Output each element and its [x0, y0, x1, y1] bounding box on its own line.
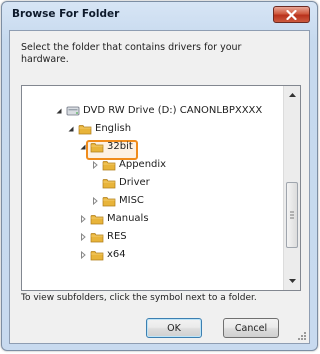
tree-item[interactable]: RES [78, 228, 127, 245]
hint-text: To view subfolders, click the symbol nex… [21, 293, 257, 303]
dvd-drive-icon [66, 106, 80, 115]
collapsed-arrow-icon [81, 250, 86, 259]
browse-for-folder-dialog: Browse For Folder Select the folder that… [1, 1, 318, 351]
tree-item-label: Manuals [107, 213, 149, 224]
tree-item-selected[interactable]: Driver [90, 174, 150, 191]
resize-grip-icon[interactable] [297, 331, 307, 341]
dialog-body: Select the folder that contains drivers … [9, 30, 310, 344]
scroll-up-icon [288, 93, 296, 97]
tree-item-label: x64 [107, 249, 126, 260]
dialog-title: Browse For Folder [12, 8, 120, 20]
tree-item-label: MISC [119, 195, 144, 206]
folder-icon [90, 214, 104, 224]
folder-icon [90, 250, 104, 260]
vertical-scrollbar[interactable] [283, 86, 300, 290]
collapsed-arrow-icon [93, 196, 98, 205]
collapsed-arrow-icon [81, 214, 86, 223]
tree-item-label: DVD RW Drive (D:) CANONLBPXXXX [83, 105, 263, 116]
grip-icon [290, 211, 294, 219]
tree-expander[interactable] [54, 106, 64, 116]
tree-item-label: English [95, 123, 132, 134]
ok-button[interactable]: OK [146, 318, 202, 338]
expanded-arrow-icon [68, 126, 74, 131]
scroll-down-button[interactable] [284, 273, 300, 289]
expanded-arrow-icon [80, 144, 86, 149]
close-icon [286, 9, 297, 20]
instruction-text: Select the folder that contains drivers … [21, 42, 242, 65]
folder-icon [102, 178, 116, 188]
tree-expander[interactable] [78, 142, 88, 152]
tree-item-label: RES [107, 231, 127, 242]
collapsed-arrow-icon [81, 232, 86, 241]
tree-item[interactable]: x64 [78, 246, 126, 263]
folder-tree[interactable]: DVD RW Drive (D:) CANONLBPXXXX English 32b… [21, 85, 301, 291]
tree-item-label: Appendix [119, 159, 167, 170]
tree-item-label: Driver [119, 177, 150, 188]
cancel-button[interactable]: Cancel [223, 318, 279, 338]
tree-item[interactable]: Manuals [78, 210, 149, 227]
collapsed-arrow-icon [93, 160, 98, 169]
tree-expander[interactable] [78, 232, 88, 242]
tree-expander [90, 178, 100, 188]
folder-icon [78, 124, 92, 134]
scroll-up-button[interactable] [284, 87, 300, 103]
tree-item[interactable]: Appendix [90, 156, 166, 173]
folder-icon [102, 196, 116, 206]
tree-item-label: 32bit [107, 141, 133, 152]
folder-icon [90, 232, 104, 242]
tree-expander[interactable] [78, 214, 88, 224]
tree-expander[interactable] [66, 124, 76, 134]
tree-item[interactable]: English [66, 120, 131, 137]
tree-expander[interactable] [90, 160, 100, 170]
tree-item[interactable]: MISC [90, 192, 144, 209]
tree-item[interactable]: DVD RW Drive (D:) CANONLBPXXXX [54, 102, 262, 119]
folder-icon [90, 142, 104, 152]
title-bar[interactable]: Browse For Folder [2, 2, 317, 30]
expanded-arrow-icon [56, 108, 62, 113]
tree-expander[interactable] [90, 196, 100, 206]
close-button[interactable] [273, 6, 310, 23]
tree-item[interactable]: 32bit [78, 138, 133, 155]
tree-expander[interactable] [78, 250, 88, 260]
scroll-thumb[interactable] [286, 182, 298, 248]
folder-icon [102, 160, 116, 170]
scroll-down-icon [288, 279, 296, 283]
